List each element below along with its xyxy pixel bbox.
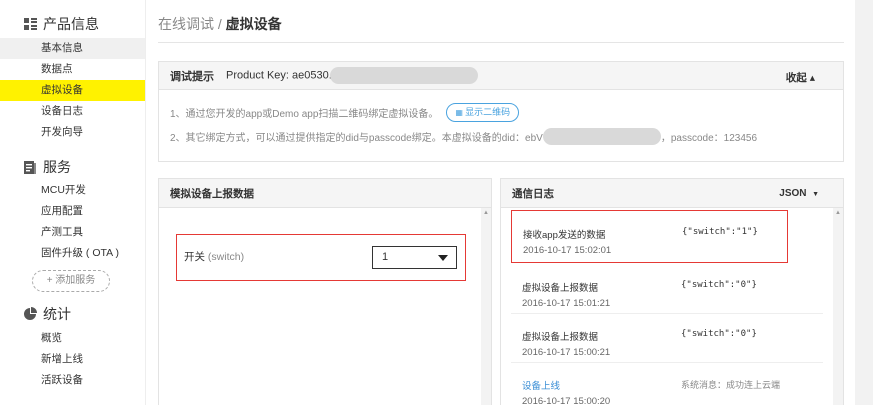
sidebar-item-device-log[interactable]: 设备日志 — [0, 101, 145, 122]
debug-tip-header: 调试提示 Product Key: ae0530. 收起 ▴ — [159, 62, 843, 90]
collapse-button[interactable]: 收起 ▴ — [786, 70, 815, 85]
log-type: 接收app发送的数据 — [523, 230, 606, 241]
sidebar-item-new-online[interactable]: 新增上线 — [0, 349, 145, 370]
log-entry: 接收app发送的数据 2016-10-17 15:02:01 {"switch"… — [511, 210, 788, 263]
log-time: 2016-10-17 15:00:21 — [522, 347, 611, 358]
scrollbar[interactable]: ▲ — [833, 208, 843, 405]
section-title: 统计 — [43, 306, 71, 322]
switch-value-select[interactable]: 1 — [372, 246, 457, 269]
section-title: 产品信息 — [43, 16, 99, 32]
log-type-link[interactable]: 设备上线 — [522, 378, 560, 392]
product-key: Product Key: ae0530. — [226, 67, 478, 84]
tip-line-1: 1、通过您开发的app或Demo app扫描二维码绑定虚拟设备。 ▦ 显示二维码 — [170, 103, 520, 122]
sidebar-item-active-devices[interactable]: 活跃设备 — [0, 370, 145, 391]
debug-tip-title: 调试提示 — [170, 70, 214, 83]
switch-field-label: 开关 (switch) — [184, 249, 244, 264]
log-payload: {"switch":"0"} — [681, 280, 757, 290]
breadcrumb: 在线调试 / 虚拟设备 — [158, 14, 282, 34]
sidebar-item-ota[interactable]: 固件升级 ( OTA ) — [0, 243, 145, 264]
section-statistics: 统计 — [0, 302, 145, 326]
log-entry: 虚拟设备上报数据 2016-10-17 15:00:21 {"switch":"… — [511, 313, 823, 363]
scroll-up-icon[interactable]: ▲ — [835, 210, 841, 216]
debug-tip-panel: 调试提示 Product Key: ae0530. 收起 ▴ 1、通过您开发的a… — [158, 61, 844, 162]
log-payload: {"switch":"1"} — [682, 227, 758, 237]
log-time: 2016-10-17 15:01:21 — [522, 298, 611, 309]
product-key-text: Product Key: ae0530. — [226, 69, 332, 82]
sidebar: 产品信息 基本信息 数据点 虚拟设备 设备日志 开发向导 服务 MCU开发 应用… — [0, 0, 146, 405]
sidebar-item-mcu-dev[interactable]: MCU开发 — [0, 180, 145, 201]
grid-icon — [23, 17, 37, 31]
scrollbar[interactable]: ▲ — [481, 208, 491, 405]
comm-log-title: 通信日志 — [512, 187, 554, 200]
main-content: 在线调试 / 虚拟设备 调试提示 Product Key: ae0530. 收起… — [158, 0, 848, 405]
field-name: 开关 — [184, 251, 208, 263]
show-qr-label: 显示二维码 — [465, 107, 511, 117]
format-dropdown[interactable]: JSON ▼ — [779, 188, 819, 199]
page-gutter — [855, 0, 873, 405]
log-payload: {"switch":"0"} — [681, 329, 757, 339]
scroll-up-icon[interactable]: ▲ — [483, 210, 489, 216]
log-time: 2016-10-17 15:02:01 — [523, 245, 612, 256]
sidebar-item-production-test[interactable]: 产测工具 — [0, 222, 145, 243]
redacted-blur — [329, 67, 478, 84]
breadcrumb-parent[interactable]: 在线调试 / — [158, 16, 226, 32]
format-label: JSON — [779, 188, 807, 199]
sidebar-item-basic-info[interactable]: 基本信息 — [0, 38, 145, 59]
tip-line-2: 2、其它绑定方式，可以通过提供指定的did与passcode绑定。本虚拟设备的d… — [170, 128, 757, 145]
sidebar-item-virtual-device[interactable]: 虚拟设备 — [0, 80, 145, 101]
redacted-blur — [542, 128, 661, 145]
caret-down-icon: ▼ — [812, 191, 819, 198]
page-title: 虚拟设备 — [225, 16, 282, 32]
sidebar-item-app-config[interactable]: 应用配置 — [0, 201, 145, 222]
log-entry: 虚拟设备上报数据 2016-10-17 15:01:21 {"switch":"… — [511, 264, 823, 314]
add-service-button[interactable]: + 添加服务 — [32, 270, 110, 292]
divider — [158, 42, 844, 43]
tip-text: 2、其它绑定方式，可以通过提供指定的did与passcode绑定。本虚拟设备的d… — [170, 133, 543, 144]
comm-log-panel: 通信日志 JSON ▼ ▲ 接收app发送的数据 2016-10-17 15:0… — [500, 178, 844, 405]
switch-value: 1 — [382, 251, 389, 263]
switch-field-row: 开关 (switch) 1 — [176, 234, 466, 281]
tip-text-passcode: ，passcode：123456 — [660, 133, 758, 144]
simulate-report-panel: 模拟设备上报数据 ▲ 开关 (switch) 1 — [158, 178, 492, 405]
tip-text: 1、通过您开发的app或Demo app扫描二维码绑定虚拟设备。 — [170, 109, 439, 120]
document-icon — [23, 160, 37, 174]
log-time: 2016-10-17 15:00:20 — [522, 396, 611, 405]
section-services: 服务 — [0, 155, 145, 179]
simulate-panel-title: 模拟设备上报数据 — [159, 179, 491, 208]
log-type: 虚拟设备上报数据 — [522, 332, 599, 343]
sidebar-item-datapoints[interactable]: 数据点 — [0, 59, 145, 80]
comm-log-header: 通信日志 JSON ▼ — [501, 179, 843, 208]
field-key: (switch) — [207, 251, 245, 263]
sidebar-item-dev-guide[interactable]: 开发向导 — [0, 122, 145, 143]
log-entry: 设备上线 2016-10-17 15:00:20 系统消息：成功连上云端 — [511, 362, 823, 405]
sidebar-item-overview[interactable]: 概览 — [0, 328, 145, 349]
section-product-info: 产品信息 — [0, 12, 145, 36]
show-qr-button[interactable]: ▦ 显示二维码 — [446, 103, 520, 122]
caret-down-icon — [438, 255, 448, 261]
section-title: 服务 — [43, 159, 71, 175]
qr-icon: ▦ — [455, 108, 466, 117]
log-payload: 系统消息：成功连上云端 — [681, 380, 781, 390]
pie-chart-icon — [23, 307, 37, 321]
log-type: 虚拟设备上报数据 — [522, 283, 599, 294]
